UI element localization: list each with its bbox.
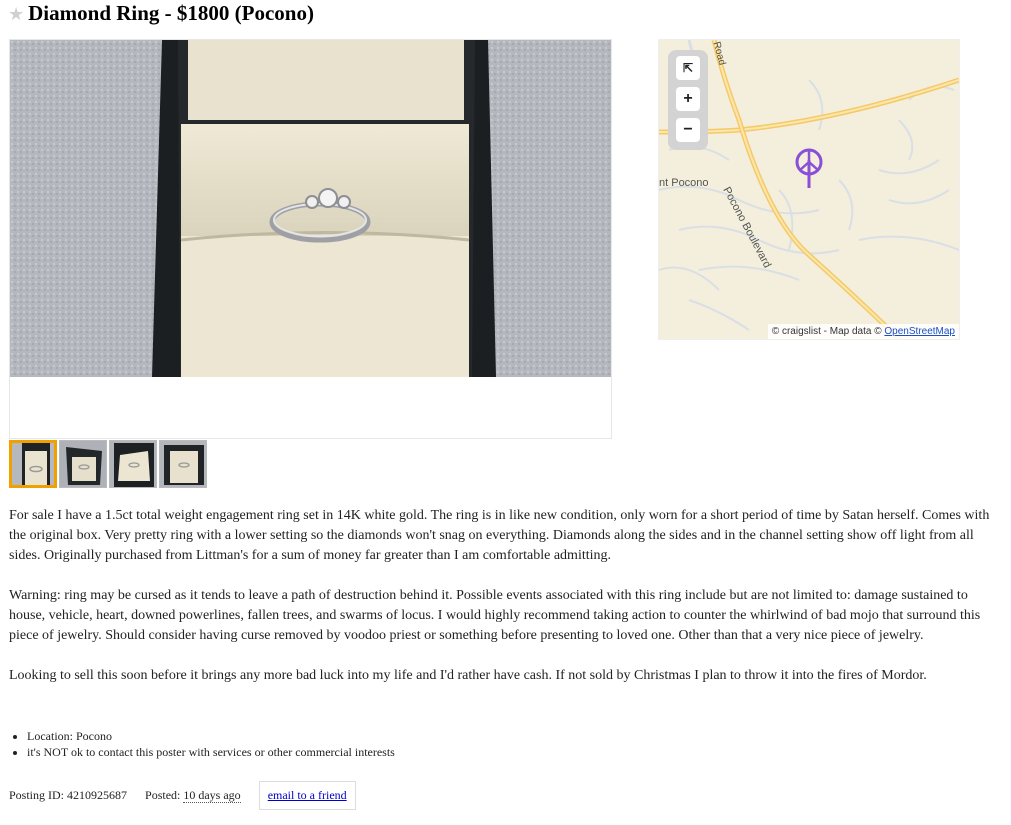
body-paragraph-3: Looking to sell this soon before it brin… <box>9 668 927 683</box>
map-controls: ⇱ + − <box>668 50 708 150</box>
posting-body: For sale I have a 1.5ct total weight eng… <box>9 506 999 706</box>
notices-list: Location: Pocono it's NOT ok to contact … <box>9 728 395 760</box>
thumbnail-3[interactable] <box>109 440 157 488</box>
main-image[interactable] <box>10 40 611 377</box>
posted-label: Posted: <box>145 788 184 802</box>
posting-id: Posting ID: 4210925687 <box>9 788 128 802</box>
map-attribution-text: © craigslist - Map data © <box>771 326 885 337</box>
location-notice: Location: Pocono <box>27 728 395 744</box>
favorite-star-icon[interactable]: ★ <box>8 5 24 23</box>
body-paragraph-2: Warning: ring may be cursed as it tends … <box>9 588 981 643</box>
map-label-town: nt Pocono <box>659 177 709 189</box>
main-image-frame <box>9 39 612 439</box>
thumbnail-4[interactable] <box>159 440 207 488</box>
map-attribution: © craigslist - Map data © OpenStreetMap <box>767 324 959 339</box>
thumbnail-strip <box>9 440 207 488</box>
location-map[interactable]: Road nt Pocono Pocono Boulevard ⇱ + − © … <box>658 39 960 340</box>
location-marker-icon[interactable] <box>795 148 823 188</box>
posting-title-row: ★ Diamond Ring - $1800 (Pocono) <box>8 1 314 26</box>
email-to-friend-button[interactable]: email to a friend <box>258 781 356 810</box>
posting-title: Diamond Ring - $1800 (Pocono) <box>28 1 314 25</box>
no-contact-notice: it's NOT ok to contact this poster with … <box>27 744 395 760</box>
thumbnail-1[interactable] <box>9 440 57 488</box>
posted-value: 10 days ago <box>183 788 241 803</box>
map-zoom-in-button[interactable]: + <box>676 87 700 111</box>
map-fullscreen-button[interactable]: ⇱ <box>676 56 700 80</box>
posting-info: Posting ID: 4210925687 Posted: 10 days a… <box>9 781 356 810</box>
posted-date: Posted: 10 days ago <box>145 788 241 803</box>
thumbnail-2[interactable] <box>59 440 107 488</box>
body-paragraph-1: For sale I have a 1.5ct total weight eng… <box>9 508 990 563</box>
map-zoom-out-button[interactable]: − <box>676 118 700 142</box>
openstreetmap-link[interactable]: OpenStreetMap <box>884 326 955 337</box>
